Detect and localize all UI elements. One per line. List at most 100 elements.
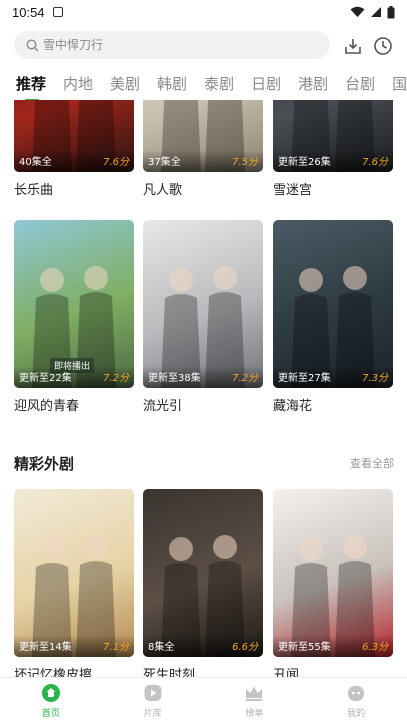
poster-image: 更新至26集 7.6分 (273, 100, 393, 172)
drama-title: 死生时刻 (143, 668, 196, 677)
poster-image: 即将播出更新至22集7.2分 (14, 220, 134, 388)
rating-score: 6.3分 (362, 642, 388, 653)
poster-badge: 8集全 6.6分 (143, 635, 263, 657)
poster-badge: 更新至38集 7.2分 (143, 366, 263, 388)
drama-card[interactable]: 即将播出更新至22集7.2分迎风的青春 (14, 220, 134, 414)
download-icon (345, 39, 361, 54)
category-tabs: 推荐 内地 美剧 韩剧 泰剧 日剧 港剧 台剧国 (0, 66, 407, 100)
poster-badge: 更新至55集 6.3分 (273, 635, 393, 657)
content-feed: 40集全7.6分长乐曲37集全7.5分凡人歌更新至26集7.6分雪迷宫 即将播出… (0, 100, 407, 677)
section-header: 精彩外剧 查看全部 (14, 452, 394, 474)
episode-status: 更新至55集 (278, 642, 331, 653)
episode-status: 40集全 (19, 157, 52, 168)
tab-6[interactable]: 港剧 (298, 73, 328, 94)
tab-4[interactable]: 泰剧 (204, 73, 234, 94)
poster-artwork (32, 535, 116, 657)
notification-icon (52, 7, 63, 17)
episode-status: 8集全 (148, 642, 175, 653)
episode-status: 更新至22集 (19, 373, 72, 384)
poster-badge: 更新至22集 7.2分 (14, 366, 134, 388)
bottom-nav: 首页 片库 榜单 我的 (0, 677, 407, 723)
play-library-icon (143, 683, 163, 703)
episode-status: 更新至26集 (278, 157, 331, 168)
rating-score: 7.6分 (362, 157, 388, 168)
episode-status: 更新至38集 (148, 373, 201, 384)
tab-7[interactable]: 台剧 (345, 73, 375, 94)
home-icon (41, 683, 61, 703)
drama-card[interactable]: 更新至27集 7.3分藏海花 (273, 220, 393, 414)
tab-2[interactable]: 美剧 (110, 73, 140, 94)
nav-item-3[interactable]: 我的 (305, 678, 407, 723)
drama-card[interactable]: 更新至26集 7.6分雪迷宫 (273, 100, 393, 198)
nav-item-0[interactable]: 首页 (0, 678, 102, 723)
nav-label: 榜单 (245, 708, 264, 719)
poster-artwork (161, 535, 245, 657)
nav-label: 我的 (347, 708, 366, 719)
see-all-link[interactable]: 查看全部 (350, 455, 394, 471)
crown-icon (244, 683, 264, 703)
poster-badge: 更新至14集 7.1分 (14, 635, 134, 657)
history-clock-icon (374, 37, 392, 55)
poster-badge: 37集全 7.5分 (143, 150, 263, 172)
drama-card[interactable]: 更新至38集 7.2分流光引 (143, 220, 263, 414)
search-row (14, 31, 394, 59)
nav-item-2[interactable]: 榜单 (204, 678, 306, 723)
profile-icon (346, 683, 366, 703)
status-bar: 10:54 (0, 0, 407, 24)
rating-score: 7.2分 (103, 373, 129, 384)
tab-8[interactable]: 国 (392, 73, 407, 94)
drama-title: 藏海花 (273, 399, 313, 414)
signal-icon (371, 7, 381, 17)
poster-badge: 更新至26集 7.6分 (273, 150, 393, 172)
nav-label: 片库 (143, 708, 162, 719)
drama-title: 雪迷宫 (273, 183, 313, 198)
poster-image: 更新至38集 7.2分 (143, 220, 263, 388)
poster-artwork (291, 266, 375, 388)
history-button[interactable] (372, 35, 394, 57)
episode-status: 37集全 (148, 157, 181, 168)
download-button[interactable] (342, 35, 364, 57)
rating-score: 6.6分 (232, 642, 258, 653)
tab-0[interactable]: 推荐 (16, 73, 46, 100)
drama-card[interactable]: 更新至14集 7.1分坏记忆橡皮擦 (14, 489, 134, 677)
poster-image: 40集全 7.6分 (14, 100, 134, 172)
nav-item-1[interactable]: 片库 (102, 678, 204, 723)
poster-image: 更新至55集 6.3分 (273, 489, 393, 657)
rating-score: 7.1分 (103, 642, 129, 653)
search-icon (26, 38, 39, 51)
drama-card[interactable]: 40集全 7.6分长乐曲 (14, 100, 134, 198)
poster-artwork (161, 266, 245, 388)
poster-badge: 更新至27集 7.3分 (273, 366, 393, 388)
rating-score: 7.3分 (362, 373, 388, 384)
poster-image: 37集全 7.5分 (143, 100, 263, 172)
section-title: 精彩外剧 (14, 454, 75, 473)
poster-artwork (291, 535, 375, 657)
drama-card[interactable]: 37集全 7.5分凡人歌 (143, 100, 263, 198)
battery-icon (387, 5, 395, 18)
poster-image: 8集全 6.6分 (143, 489, 263, 657)
poster-image: 更新至14集 7.1分 (14, 489, 134, 657)
search-bar[interactable] (14, 31, 330, 59)
search-input[interactable] (43, 38, 303, 52)
drama-title: 迎风的青春 (14, 399, 80, 414)
poster-image: 更新至27集 7.3分 (273, 220, 393, 388)
tab-1[interactable]: 内地 (63, 73, 93, 94)
episode-status: 更新至27集 (278, 373, 331, 384)
tab-3[interactable]: 韩剧 (157, 73, 187, 94)
drama-title: 丑闻 (273, 668, 300, 677)
poster-badge: 40集全 7.6分 (14, 150, 134, 172)
rating-score: 7.5分 (232, 157, 258, 168)
drama-title: 长乐曲 (14, 183, 54, 198)
drama-title: 坏记忆橡皮擦 (14, 668, 93, 677)
rating-score: 7.2分 (232, 373, 258, 384)
tab-5[interactable]: 日剧 (251, 73, 281, 94)
status-time: 10:54 (12, 4, 45, 20)
drama-title: 流光引 (143, 399, 183, 414)
rating-score: 7.6分 (103, 157, 129, 168)
drama-card[interactable]: 更新至55集 6.3分丑闻 (273, 489, 393, 677)
drama-title: 凡人歌 (143, 183, 183, 198)
wifi-icon (350, 6, 365, 17)
status-icons (350, 5, 395, 19)
nav-label: 首页 (41, 708, 60, 719)
drama-card[interactable]: 8集全 6.6分死生时刻 (143, 489, 263, 677)
